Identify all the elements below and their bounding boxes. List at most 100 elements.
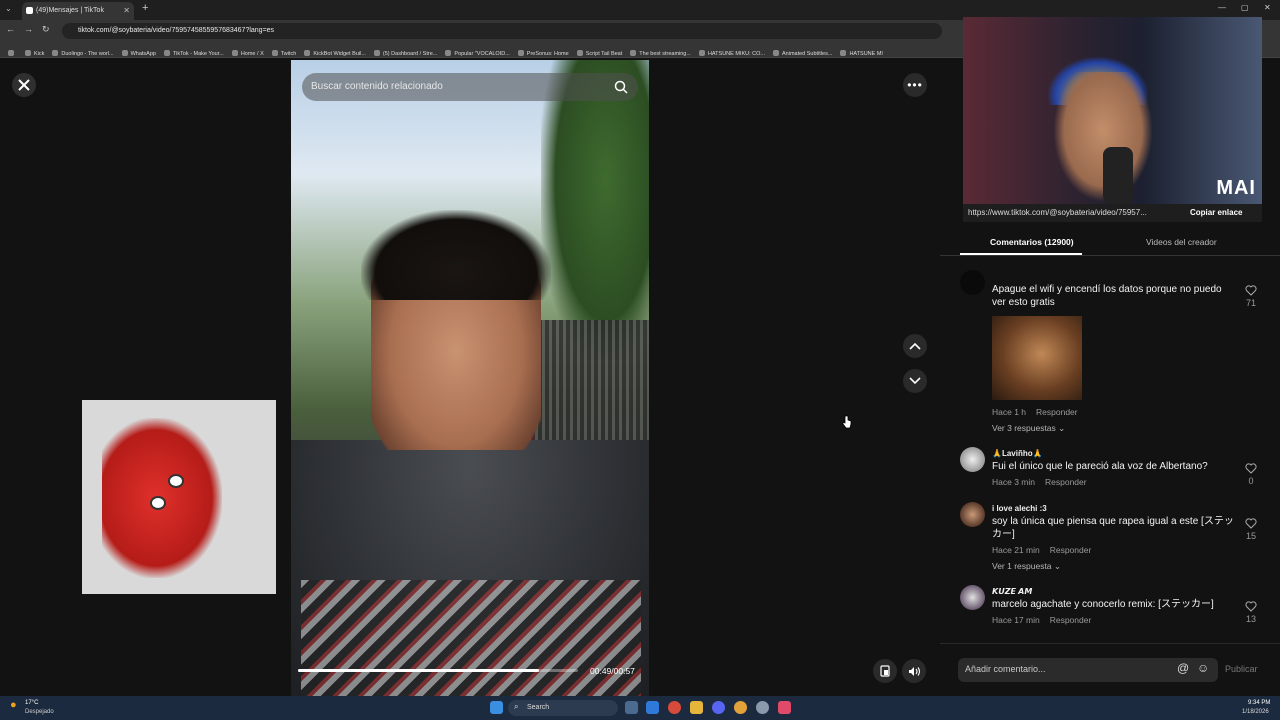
bookmark-item[interactable]: The best streaming... — [630, 46, 691, 57]
mention-icon[interactable]: @ — [1177, 661, 1189, 675]
comment-author[interactable]: 🙏Laviñho🙏 — [992, 449, 1043, 458]
forward-icon[interactable]: → — [24, 24, 33, 34]
tiktok-icon — [26, 7, 33, 14]
volume-button[interactable] — [902, 659, 926, 683]
edge-icon[interactable] — [646, 701, 659, 714]
video-player[interactable] — [291, 60, 649, 696]
back-icon[interactable]: ← — [6, 24, 15, 34]
reply-button[interactable]: Responder — [1036, 407, 1078, 417]
comment-text: soy la única que piensa que rapea igual … — [992, 516, 1234, 540]
heart-icon[interactable] — [1245, 600, 1257, 612]
start-icon[interactable] — [490, 701, 503, 714]
reload-icon[interactable]: ↻ — [42, 24, 50, 35]
bookmark-item[interactable]: TikTok - Make Your... — [164, 46, 224, 57]
opera-icon[interactable] — [668, 701, 681, 714]
search-icon[interactable] — [614, 80, 628, 94]
task-view-icon[interactable] — [625, 701, 638, 714]
pip-button[interactable] — [873, 659, 897, 683]
like-count: 13 — [1245, 614, 1256, 624]
comment-meta: Hace 17 min Responder — [992, 615, 1091, 625]
view-replies-label: Ver 1 respuesta — [992, 561, 1052, 571]
comment-author[interactable]: 𝙆𝙐𝙕𝙀 𝘼𝙈 — [992, 587, 1032, 596]
close-button[interactable] — [12, 73, 36, 97]
avatar[interactable] — [960, 585, 985, 610]
apps-icon[interactable] — [8, 46, 17, 57]
reply-button[interactable]: Responder — [1045, 477, 1087, 487]
video-progress-bar[interactable] — [298, 669, 578, 672]
video-shirt-print — [301, 580, 641, 696]
streamer-logo: MAI — [1216, 177, 1256, 199]
weather-description: Despejado — [25, 709, 54, 715]
comment-author[interactable]: i love alechi :3 — [992, 504, 1047, 513]
bookmark-item[interactable]: HATSUNE MIKU: CO... — [699, 46, 765, 57]
bookmark-item[interactable]: Duolingo - The worl... — [52, 46, 113, 57]
avatar[interactable] — [960, 270, 985, 295]
hand-cursor-icon — [842, 415, 852, 429]
close-window-icon[interactable]: ✕ — [1264, 3, 1271, 12]
bookmark-item[interactable]: Home / X — [232, 46, 264, 57]
avatar[interactable] — [960, 502, 985, 527]
view-replies-button[interactable]: Ver 1 respuesta ⌄ — [992, 561, 1061, 572]
publish-button[interactable]: Publicar — [1225, 664, 1258, 674]
reply-button[interactable]: Responder — [1050, 545, 1092, 555]
heart-icon[interactable] — [1245, 284, 1257, 296]
divider — [940, 643, 1280, 644]
url-text: tiktok.com/@soybateria/video/75957458559… — [78, 27, 275, 34]
weather-icon[interactable]: ● — [10, 699, 17, 711]
avatar[interactable] — [960, 447, 985, 472]
bookmark-item[interactable]: Popular "VOCALOID... — [445, 46, 509, 57]
maximize-icon[interactable]: ▢ — [1241, 3, 1249, 12]
emoji-icon[interactable]: ☺ — [1197, 661, 1209, 675]
minimize-icon[interactable]: — — [1218, 3, 1226, 12]
heart-icon[interactable] — [1245, 462, 1257, 474]
comment-time: Hace 1 h — [992, 407, 1027, 417]
more-icon: ••• — [907, 78, 923, 92]
volume-icon — [908, 666, 920, 676]
more-options-button[interactable]: ••• — [903, 73, 927, 97]
taskbar-search[interactable] — [508, 700, 618, 716]
knuckles-eye — [150, 496, 166, 510]
tab-creator-videos[interactable]: Videos del creador — [1146, 237, 1217, 247]
heart-icon[interactable] — [1245, 517, 1257, 529]
chrome-icon[interactable] — [734, 701, 747, 714]
tab-list-icon[interactable]: ⌄ — [5, 4, 12, 13]
browser-tab[interactable]: (49)Mensajes | TikTok ✕ — [22, 2, 134, 20]
music-icon[interactable] — [778, 701, 791, 714]
comment-time: Hace 17 min — [992, 615, 1040, 625]
comment-meta: Hace 3 min Responder — [992, 477, 1087, 487]
share-link: https://www.tiktok.com/@soybateria/video… — [968, 208, 1147, 217]
url-field[interactable]: tiktok.com/@soybateria/video/75957458559… — [62, 23, 942, 39]
bookmark-item[interactable]: Script Tail Beat — [577, 46, 623, 57]
close-icon — [18, 79, 30, 91]
reply-button[interactable]: Responder — [1050, 615, 1092, 625]
next-video-button[interactable] — [903, 369, 927, 393]
bookmark-item[interactable]: Twitch — [272, 46, 297, 57]
view-replies-button[interactable]: Ver 3 respuestas ⌄ — [992, 423, 1065, 434]
bookmark-item[interactable]: HATSUNE MI — [840, 46, 883, 57]
close-tab-icon[interactable]: ✕ — [123, 2, 130, 20]
video-progress-fill — [298, 669, 539, 672]
tab-comments[interactable]: Comentarios (12900) — [990, 237, 1074, 247]
comment-text: Fui el único que le pareció ala voz de A… — [992, 461, 1208, 472]
bookmark-item[interactable]: Kick — [25, 46, 44, 57]
bookmark-item[interactable]: PreSonus: Home — [518, 46, 569, 57]
discord-icon[interactable] — [712, 701, 725, 714]
previous-video-button[interactable] — [903, 334, 927, 358]
video-scene-tree — [541, 60, 649, 360]
file-explorer-icon[interactable] — [690, 701, 703, 714]
comment-time: Hace 3 min — [992, 477, 1035, 487]
bookmark-item[interactable]: WhatsApp — [122, 46, 156, 57]
new-tab-icon[interactable]: + — [142, 2, 148, 14]
clock-date: 1/18/2026 — [1242, 709, 1269, 715]
like-count: 15 — [1245, 531, 1256, 541]
windows-taskbar — [0, 696, 1280, 720]
bookmark-item[interactable]: (5) Dashboard / Stre... — [374, 46, 437, 57]
bookmark-item[interactable]: Animated Subtitles... — [773, 46, 832, 57]
comment-text: marcelo agachate y conocerlo remix: [ステッ… — [992, 599, 1214, 610]
bookmark-item[interactable]: KickBot Widget Buil... — [304, 46, 366, 57]
pip-icon — [880, 665, 890, 677]
settings-icon[interactable] — [756, 701, 769, 714]
taskbar-search-label: Search — [527, 704, 550, 711]
comment-input-placeholder: Añadir comentario... — [965, 664, 1046, 674]
copy-link-button[interactable]: Copiar enlace — [1190, 208, 1242, 217]
